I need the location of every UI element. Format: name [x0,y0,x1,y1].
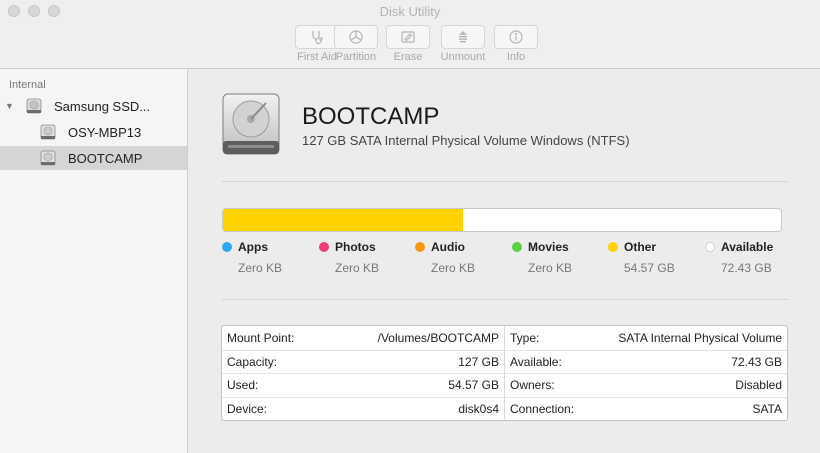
info-icon [509,30,523,44]
legend-name: Audio [431,240,465,254]
legend-dot [319,242,329,252]
info-value: /Volumes/BOOTCAMP [377,330,499,345]
legend-name: Available [721,240,774,254]
info-value: SATA [752,401,782,416]
legend-dot [222,242,232,252]
legend-dot [512,242,522,252]
info-value: 54.57 GB [448,378,499,393]
volume-description: 127 GB SATA Internal Physical Volume Win… [302,133,630,148]
info-row-type: Type: SATA Internal Physical Volume [505,326,787,350]
volume-info-table: Mount Point: /Volumes/BOOTCAMP Capacity:… [221,325,788,421]
info-label: Info [506,51,526,63]
info-label: Capacity: [227,354,278,369]
info-label: Mount Point: [227,330,295,345]
info-label: Device: [227,401,268,416]
legend-size: 54.57 GB [624,261,675,275]
legend-size: Zero KB [431,261,476,275]
info-value: 127 GB [458,354,499,369]
partition-icon [349,30,363,44]
info-row-used: Used: 54.57 GB [222,373,504,397]
legend-size: Zero KB [335,261,380,275]
sidebar-item-samsung-ssd[interactable]: ▼ Samsung SSD... [0,94,187,118]
legend-name: Apps [238,240,268,254]
sidebar-item-label: OSY-MBP13 [68,124,142,140]
legend-dot [608,242,618,252]
volume-name: BOOTCAMP [302,103,440,130]
info-column-left: Mount Point: /Volumes/BOOTCAMP Capacity:… [222,326,505,420]
sidebar-item-osy-mbp13[interactable]: OSY-MBP13 [0,120,187,144]
info-value: Disabled [735,378,782,393]
sidebar-item-label: Samsung SSD... [54,98,151,114]
info-value: 72.43 GB [731,354,782,369]
info-row-connection: Connection: SATA [505,396,787,421]
info-row-capacity: Capacity: 127 GB [222,349,504,374]
info-label: Connection: [510,401,575,416]
legend-size: Zero KB [528,261,573,275]
legend-size: Zero KB [238,261,283,275]
divider [222,299,788,300]
legend-dot [415,242,425,252]
internal-disk-icon [222,93,280,155]
info-label: Owners: [510,378,555,393]
divider [222,181,788,182]
info-label: Used: [227,378,259,393]
info-row-owners: Owners: Disabled [505,373,787,397]
legend-name: Photos [335,240,376,254]
disclosure-triangle-icon[interactable]: ▼ [5,101,14,111]
legend-size: 72.43 GB [721,261,772,275]
main-panel: BOOTCAMP 127 GB SATA Internal Physical V… [189,69,820,453]
info-value: disk0s4 [458,401,499,416]
sidebar: Internal ▼ Samsung SSD... OSY-MBP13 BOOT… [0,69,188,453]
title-bar: Disk Utility First Aid Partition Erase U… [0,0,820,69]
internal-disk-icon [26,98,42,114]
info-column-right: Type: SATA Internal Physical Volume Avai… [505,326,787,420]
info-row-mount-point: Mount Point: /Volumes/BOOTCAMP [222,326,504,350]
unmount-icon [459,31,467,43]
info-label: Available: [510,354,562,369]
usage-bar-other-fill [223,209,463,231]
window-title: Disk Utility [379,4,441,19]
erase-icon [401,31,415,43]
volume-icon [40,150,56,166]
sidebar-item-label: BOOTCAMP [68,150,143,166]
usage-bar [222,208,782,232]
info-row-device: Device: disk0s4 [222,396,504,421]
legend-name: Other [624,240,657,254]
info-value: SATA Internal Physical Volume [618,330,782,345]
legend-dot [705,242,715,252]
volume-icon [40,124,56,140]
info-row-available: Available: 72.43 GB [505,349,787,374]
sidebar-item-bootcamp[interactable]: BOOTCAMP [0,146,187,170]
sidebar-section-internal: Internal [9,79,46,91]
info-label: Type: [510,330,540,345]
legend-name: Movies [528,240,569,254]
info-button[interactable]: Info [481,25,551,63]
